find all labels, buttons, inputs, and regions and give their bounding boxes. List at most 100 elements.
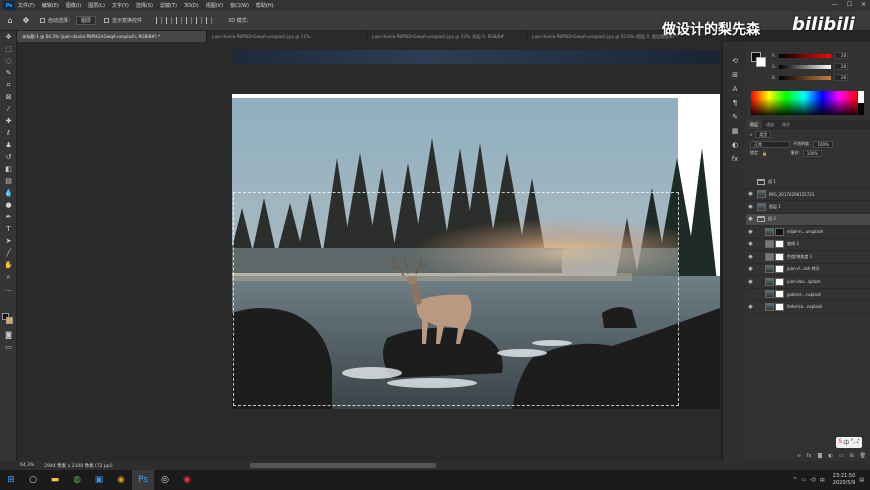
adjustments-panel-icon[interactable]: ◐ — [723, 138, 747, 152]
layer-row[interactable]: ◉ juan-dav...splash — [746, 276, 870, 289]
menu-view[interactable]: 视图(V) — [206, 2, 223, 9]
menu-layer[interactable]: 图层(L) — [88, 2, 105, 9]
eye-icon[interactable]: ◉ — [746, 216, 755, 222]
menu-type[interactable]: 文字(Y) — [112, 2, 129, 9]
layer-mask-thumbnail[interactable] — [775, 240, 784, 249]
composite-photo[interactable] — [232, 98, 720, 409]
tab-document-1[interactable]: 未标题-1 @ 64.3% (juan-davila-P8PlK2nGwqA-u… — [17, 31, 207, 42]
background-color-box[interactable] — [756, 57, 766, 67]
brush-panel-icon[interactable]: ✎ — [723, 110, 747, 124]
layer-mask-thumbnail[interactable] — [775, 302, 784, 311]
store-icon[interactable]: ▣ — [88, 470, 110, 490]
horizontal-scrollbar[interactable] — [250, 463, 436, 468]
slider-b[interactable]: B 28 — [772, 74, 857, 81]
move-tool-icon[interactable]: ✥ — [20, 15, 32, 27]
align-bottom-icon[interactable] — [206, 17, 213, 24]
layer-mask-thumbnail[interactable] — [775, 227, 784, 236]
file-explorer-icon[interactable]: ▬ — [44, 470, 66, 490]
align-center-icon[interactable] — [166, 17, 173, 24]
blur-icon[interactable]: 💧 — [0, 187, 17, 199]
layer-row[interactable]: ◉ 曲线 3 — [746, 239, 870, 251]
app-icon[interactable]: ◉ — [110, 470, 132, 490]
photoshop-icon[interactable]: Ps — [132, 470, 154, 490]
screen-mode-icon[interactable]: ▭ — [0, 341, 17, 353]
tab-document-2[interactable]: juan-davila-P8PlK2nGwqA-unsplash.jpg @ 2… — [207, 31, 367, 42]
volume-icon[interactable]: ◁) — [810, 477, 816, 483]
stamp-icon[interactable]: ♟ — [0, 139, 17, 151]
color-spectrum[interactable] — [751, 91, 857, 115]
zoom-icon[interactable]: ⌕ — [0, 271, 17, 283]
ime-chinese-icon[interactable]: 中 — [843, 438, 849, 447]
slider-g-value[interactable]: 28 — [834, 63, 848, 70]
document-info[interactable]: 2944 像素 x 2108 像素 (72 ppi) — [44, 463, 112, 469]
align-left-icon[interactable] — [156, 17, 163, 24]
new-layer-icon[interactable]: ⊞ — [849, 453, 853, 461]
quick-mask-icon[interactable]: ◙ — [0, 329, 17, 341]
eyedropper-icon[interactable]: ⁄ — [0, 103, 17, 115]
slider-r-track[interactable] — [779, 54, 831, 58]
link-icon[interactable]: ∞ — [797, 453, 801, 461]
paragraph-panel-icon[interactable]: ¶ — [723, 96, 747, 110]
swatches-panel-icon[interactable]: ▦ — [723, 124, 747, 138]
marquee-icon[interactable]: ⬚ — [0, 43, 17, 55]
layer-row[interactable]: ◉ elijah-h...unsplash — [746, 226, 870, 239]
eraser-icon[interactable]: ◧ — [0, 163, 17, 175]
layer-mask-thumbnail[interactable] — [775, 277, 784, 286]
menu-help[interactable]: 帮助(H) — [256, 2, 274, 9]
opacity-input[interactable]: 100% — [813, 140, 833, 148]
crop-icon[interactable]: ⌗ — [0, 79, 17, 91]
ime-mic-icon[interactable]: ♪ — [856, 438, 860, 447]
layer-row[interactable]: ◉ 图层 1 — [746, 201, 870, 214]
black-white-swatch[interactable] — [858, 91, 864, 115]
menu-edit[interactable]: 编辑(E) — [42, 2, 59, 9]
gradient-icon[interactable]: ▤ — [0, 175, 17, 187]
tray-chevron-icon[interactable]: ^ — [793, 477, 797, 483]
home-icon[interactable]: ⌂ — [4, 15, 16, 27]
menu-file[interactable]: 文件(F) — [18, 2, 35, 9]
tab-paths[interactable]: 路径 — [778, 120, 794, 129]
clock[interactable]: 23:21:50 2020/5/9 — [833, 473, 855, 487]
layer-row[interactable]: ◉ juan-d...ash 拷贝 — [746, 264, 870, 276]
layer-mask-thumbnail[interactable] — [775, 265, 784, 274]
align-middle-icon[interactable] — [196, 17, 203, 24]
eye-icon[interactable]: ◉ — [746, 254, 755, 260]
eye-icon[interactable]: ◉ — [746, 229, 755, 235]
dodge-icon[interactable]: ● — [0, 199, 17, 211]
menu-3d[interactable]: 3D(D) — [184, 3, 199, 9]
healing-icon[interactable]: ✚ — [0, 115, 17, 127]
pen-icon[interactable]: ✒ — [0, 211, 17, 223]
layer-row[interactable]: ◉ federico...nsplash — [746, 301, 870, 314]
auto-select-dropdown[interactable]: 图层 — [76, 16, 97, 25]
history-brush-icon[interactable]: ↺ — [0, 151, 17, 163]
folder-icon[interactable]: ▭ — [839, 453, 844, 461]
maximize-button[interactable]: ☐ — [847, 1, 852, 8]
frame-icon[interactable]: ⊠ — [0, 91, 17, 103]
menu-select[interactable]: 选择(S) — [136, 2, 153, 9]
type-icon[interactable]: T — [0, 223, 17, 235]
slider-r-value[interactable]: 28 — [834, 52, 848, 59]
mask-icon[interactable]: ◙ — [817, 453, 822, 461]
trash-icon[interactable]: 🗑 — [860, 453, 866, 461]
ime-toolbar[interactable]: S 中 °, ♪ — [836, 437, 862, 448]
eye-icon[interactable]: ◉ — [746, 304, 755, 310]
notification-icon[interactable]: ▤ — [859, 477, 864, 483]
move-icon[interactable]: ✥ — [0, 31, 17, 43]
slider-b-value[interactable]: 28 — [834, 74, 848, 81]
brush-icon[interactable]: ℓ — [0, 127, 17, 139]
layer-row[interactable]: ◉ IMG_20170208155723 — [746, 189, 870, 201]
fx-icon[interactable]: fx — [807, 453, 812, 461]
menu-window[interactable]: 窗口(W) — [230, 2, 249, 9]
netease-icon[interactable]: ◉ — [176, 470, 198, 490]
menu-image[interactable]: 图像(I) — [66, 2, 81, 9]
background-color-swatch[interactable] — [6, 317, 13, 324]
show-transform-checkbox[interactable] — [104, 18, 110, 23]
start-icon[interactable]: ⊞ — [0, 470, 22, 490]
character-panel-icon[interactable]: A — [723, 82, 747, 96]
slider-g-track[interactable] — [779, 65, 831, 69]
align-top-icon[interactable] — [186, 17, 193, 24]
fill-input[interactable]: 100% — [802, 149, 823, 157]
history-panel-icon[interactable]: ⟲ — [723, 54, 747, 68]
ime-punct-icon[interactable]: °, — [850, 438, 855, 447]
shape-icon[interactable]: ╱ — [0, 247, 17, 259]
tab-channels[interactable]: 通道 — [762, 120, 778, 129]
